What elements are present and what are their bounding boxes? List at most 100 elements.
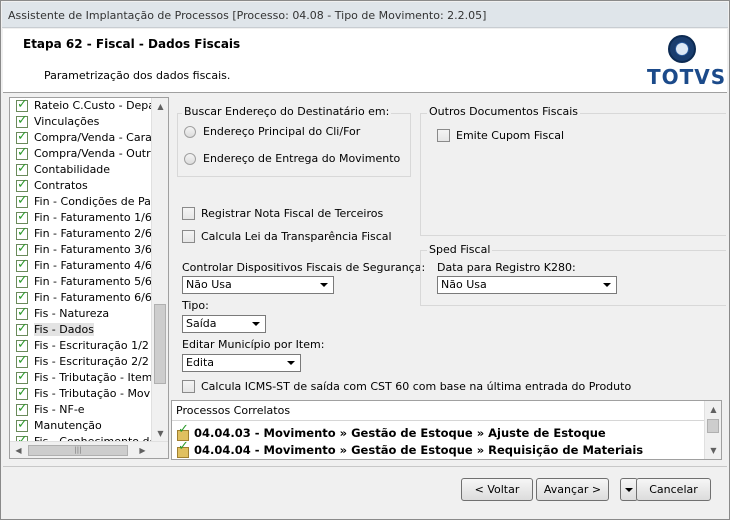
tree-item[interactable]: Fis - Escrituração 2/2 bbox=[10, 353, 151, 370]
scroll-down-icon[interactable]: ▼ bbox=[705, 442, 722, 459]
radio-endereco-principal[interactable] bbox=[184, 126, 196, 138]
processo-row-label: 04.04.04 - Movimento » Gestão de Estoque… bbox=[194, 443, 644, 457]
processo-row[interactable]: 04.04.03 - Movimento » Gestão de Estoque… bbox=[176, 422, 606, 441]
steps-tree: Rateio C.Custo - Depart Vinculações Compra… bbox=[10, 98, 151, 442]
tree-item[interactable]: Compra/Venda - Caracte bbox=[10, 129, 151, 146]
footer-separator bbox=[3, 466, 727, 467]
tree-item[interactable]: Fin - Condições de Paga bbox=[10, 193, 151, 210]
tree-item-label: Vinculações bbox=[34, 115, 100, 128]
scroll-left-icon[interactable]: ◀ bbox=[10, 442, 27, 458]
step-done-check-icon bbox=[16, 209, 28, 225]
sped-fiscal-title: Sped Fiscal bbox=[427, 243, 493, 256]
chevron-down-icon bbox=[252, 322, 260, 326]
chevron-down-icon bbox=[603, 283, 611, 287]
emite-cupom-label[interactable]: Emite Cupom Fiscal bbox=[456, 129, 564, 142]
tree-item[interactable]: Fin - Faturamento 4/6 bbox=[10, 257, 151, 274]
step-done-check-icon bbox=[16, 369, 28, 385]
tree-item-label: Compra/Venda - Outros bbox=[34, 147, 151, 160]
data-registro-select[interactable]: Não Usa bbox=[437, 276, 617, 294]
logo-ring-icon bbox=[668, 35, 696, 63]
tree-item-label: Fin - Faturamento 3/6 bbox=[34, 243, 151, 256]
avancar-button[interactable]: Avançar > bbox=[536, 478, 609, 501]
process-check-icon bbox=[176, 439, 190, 458]
registrar-nota-label[interactable]: Registrar Nota Fiscal de Terceiros bbox=[201, 207, 383, 220]
chevron-down-icon bbox=[625, 488, 633, 492]
tree-item[interactable]: Fis - NF-e bbox=[10, 401, 151, 418]
tree-item-label: Fin - Faturamento 6/6 bbox=[34, 291, 151, 304]
tree-item[interactable]: Fin - Faturamento 5/6 bbox=[10, 273, 151, 290]
step-done-check-icon bbox=[16, 129, 28, 145]
editar-municipio-select[interactable]: Edita bbox=[182, 354, 301, 372]
tree-item[interactable]: Fis - Tributação - Movim bbox=[10, 385, 151, 402]
title-bar: Assistente de Implantação de Processos [… bbox=[2, 2, 728, 28]
scroll-thumb[interactable] bbox=[154, 304, 166, 384]
tree-item-label: Fin - Faturamento 1/6 bbox=[34, 211, 151, 224]
tree-item[interactable]: Fin - Faturamento 2/6 bbox=[10, 225, 151, 242]
tree-item[interactable]: Fis - Tributação - Item bbox=[10, 369, 151, 386]
processo-row-label: 04.04.03 - Movimento » Gestão de Estoque… bbox=[194, 426, 606, 440]
scroll-right-icon[interactable]: ▶ bbox=[134, 442, 151, 458]
tipo-value: Saída bbox=[186, 317, 217, 330]
calcula-lei-label[interactable]: Calcula Lei da Transparência Fiscal bbox=[201, 230, 392, 243]
editar-municipio-value: Edita bbox=[186, 356, 215, 369]
step-done-check-icon bbox=[16, 241, 28, 257]
calcula-lei-checkbox[interactable] bbox=[182, 230, 195, 243]
step-done-check-icon bbox=[16, 225, 28, 241]
step-subtitle: Parametrização dos dados fiscais. bbox=[44, 69, 231, 82]
tree-vertical-scrollbar[interactable]: ▲ ▼ bbox=[151, 98, 168, 442]
scroll-thumb-h[interactable]: ||| bbox=[28, 445, 128, 456]
radio-endereco-entrega-label[interactable]: Endereço de Entrega do Movimento bbox=[203, 152, 400, 165]
tree-item-label: Fis - Tributação - Item bbox=[34, 371, 151, 384]
tree-horizontal-scrollbar[interactable]: ◀ ||| ▶ bbox=[10, 441, 168, 458]
registrar-nota-checkbox[interactable] bbox=[182, 207, 195, 220]
tree-item[interactable]: Fin - Faturamento 1/6 bbox=[10, 209, 151, 226]
step-done-check-icon bbox=[16, 289, 28, 305]
step-title: Etapa 62 - Fiscal - Dados Fiscais bbox=[23, 37, 241, 51]
tree-item[interactable]: Vinculações bbox=[10, 113, 151, 130]
scroll-up-icon[interactable]: ▲ bbox=[705, 401, 722, 418]
controlar-dispositivos-select[interactable]: Não Usa bbox=[182, 276, 334, 294]
controlar-dispositivos-label: Controlar Dispositivos Fiscais de Segura… bbox=[182, 261, 426, 274]
radio-endereco-entrega[interactable] bbox=[184, 153, 196, 165]
tree-item[interactable]: Contratos bbox=[10, 177, 151, 194]
buscar-endereco-group bbox=[177, 113, 411, 177]
tree-item-label: Fis - Escrituração 1/2 bbox=[34, 339, 149, 352]
step-done-check-icon bbox=[16, 98, 28, 113]
tree-item[interactable]: Fis - Dados bbox=[10, 321, 151, 338]
tree-item[interactable]: Contabilidade bbox=[10, 161, 151, 178]
wizard-window: Assistente de Implantação de Processos [… bbox=[0, 0, 730, 520]
scroll-up-icon[interactable]: ▲ bbox=[152, 98, 168, 115]
tree-item[interactable]: Rateio C.Custo - Depart bbox=[10, 98, 151, 114]
tree-item[interactable]: Manutenção bbox=[10, 417, 151, 434]
tree-item[interactable]: Fin - Faturamento 3/6 bbox=[10, 241, 151, 258]
tree-item[interactable]: Fis - Natureza bbox=[10, 305, 151, 322]
processos-scrollbar[interactable]: ▲ ▼ bbox=[704, 401, 721, 459]
tree-item-label: Manutenção bbox=[34, 419, 102, 432]
scroll-down-icon[interactable]: ▼ bbox=[152, 425, 168, 442]
buscar-endereco-title: Buscar Endereço do Destinatário em: bbox=[182, 105, 392, 118]
tree-item-label: Fis - Escrituração 2/2 bbox=[34, 355, 149, 368]
step-done-check-icon bbox=[16, 161, 28, 177]
tree-item[interactable]: Compra/Venda - Outros bbox=[10, 145, 151, 162]
scroll-thumb[interactable] bbox=[707, 419, 719, 433]
tree-item-label: Contratos bbox=[34, 179, 88, 192]
step-done-check-icon bbox=[16, 417, 28, 433]
radio-endereco-principal-label[interactable]: Endereço Principal do Cli/For bbox=[203, 125, 360, 138]
emite-cupom-checkbox[interactable] bbox=[437, 129, 450, 142]
tree-item-label: Fis - Tributação - Movim bbox=[34, 387, 151, 400]
tree-item-label: Fin - Condições de Paga bbox=[34, 195, 151, 208]
tree-item[interactable]: Fin - Faturamento 6/6 bbox=[10, 289, 151, 306]
calcula-icms-checkbox[interactable] bbox=[182, 380, 195, 393]
calcula-icms-label[interactable]: Calcula ICMS-ST de saída com CST 60 com … bbox=[201, 380, 631, 393]
outros-documentos-title: Outros Documentos Fiscais bbox=[427, 105, 581, 118]
tree-item[interactable]: Fis - Escrituração 1/2 bbox=[10, 337, 151, 354]
voltar-button[interactable]: < Voltar bbox=[461, 478, 533, 501]
step-done-check-icon bbox=[16, 385, 28, 401]
step-done-check-icon bbox=[16, 305, 28, 321]
tree-item-label: Contabilidade bbox=[34, 163, 111, 176]
tipo-select[interactable]: Saída bbox=[182, 315, 266, 333]
process-check-icon bbox=[176, 422, 190, 441]
cancelar-button[interactable]: Cancelar bbox=[636, 478, 711, 501]
tipo-label: Tipo: bbox=[182, 299, 209, 312]
processo-row[interactable]: 04.04.04 - Movimento » Gestão de Estoque… bbox=[176, 439, 644, 458]
